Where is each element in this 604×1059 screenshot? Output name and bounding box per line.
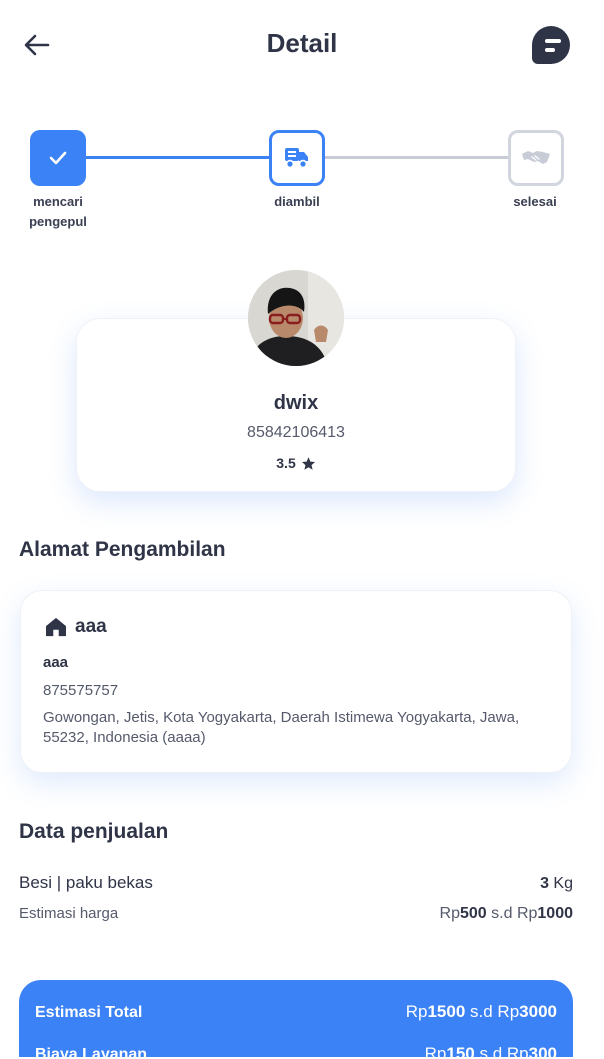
estimate-total-sep: s.d Rp [470, 1002, 520, 1021]
estimate-to: 1000 [537, 905, 573, 922]
estimate-total-row: Estimasi Total Rp1500 s.d Rp3000 [35, 1002, 557, 1022]
step-label-diambil: diambil [274, 194, 320, 209]
estimate-total-label: Estimasi Total [35, 1004, 143, 1021]
sale-estimate-row: Estimasi harga Rp500 s.d Rp1000 [19, 905, 573, 923]
collector-phone: 85842106413 [247, 424, 345, 441]
total-panel: Estimasi Total Rp1500 s.d Rp3000 Biaya L… [19, 980, 573, 1059]
chat-bubble-icon [544, 38, 561, 52]
estimate-total-from: 1500 [427, 1002, 466, 1021]
estimate-total-to: 3000 [519, 1002, 557, 1021]
progress-stepper: mencari pengepul diambil selesai [0, 120, 604, 240]
address-full: Gowongan, Jetis, Kota Yogyakarta, Daerah… [43, 709, 520, 746]
handshake-icon [522, 151, 550, 164]
header: Detail [0, 0, 604, 90]
estimate-currency: Rp [439, 905, 460, 922]
address-label-row: aaa [45, 616, 107, 638]
estimate-total-value: Rp1500 s.d Rp3000 [406, 1002, 557, 1022]
sales-data-title: Data penjualan [19, 820, 169, 843]
sale-item-row: Besi | paku bekas 3 Kg [19, 873, 573, 893]
check-icon [49, 151, 67, 165]
step-label-mencari-pengepul: mencari pengepul [29, 194, 87, 229]
collector-avatar [248, 270, 344, 366]
rating-value: 3.5 [276, 455, 296, 471]
estimate-label: Estimasi harga [19, 905, 119, 922]
stepper-line-pending [324, 156, 508, 159]
pickup-address-title: Alamat Pengambilan [19, 538, 226, 561]
estimate-sep: s.d Rp [491, 905, 538, 922]
step-diambil [269, 130, 325, 186]
address-recipient-name: aaa [43, 654, 69, 671]
home-icon [46, 617, 66, 637]
estimate-total-currency: Rp [405, 1002, 428, 1021]
sale-item-qty: 3 Kg [540, 875, 573, 893]
sale-item-qty-value: 3 [540, 875, 549, 892]
stepper-line-done [86, 156, 270, 159]
collector-rating: 3.5 [77, 455, 515, 471]
step-mencari-pengepul [30, 130, 86, 186]
address-label: aaa [75, 616, 107, 637]
address-card[interactable]: aaa aaa 875575757 Gowongan, Jetis, Kota … [20, 590, 572, 773]
estimate-from: 500 [460, 905, 487, 922]
star-icon [301, 456, 315, 470]
step-label-selesai: selesai [513, 194, 557, 209]
address-phone: 875575757 [43, 682, 119, 699]
truck-icon [285, 148, 308, 169]
page-title: Detail [266, 28, 338, 58]
estimate-value: Rp500 s.d Rp1000 [440, 905, 573, 923]
chat-button[interactable] [532, 26, 570, 64]
step-selesai [508, 130, 564, 186]
sale-item-unit: Kg [553, 875, 573, 892]
sale-item-name: Besi | paku bekas [19, 873, 153, 892]
collector-name: dwix [273, 392, 319, 414]
